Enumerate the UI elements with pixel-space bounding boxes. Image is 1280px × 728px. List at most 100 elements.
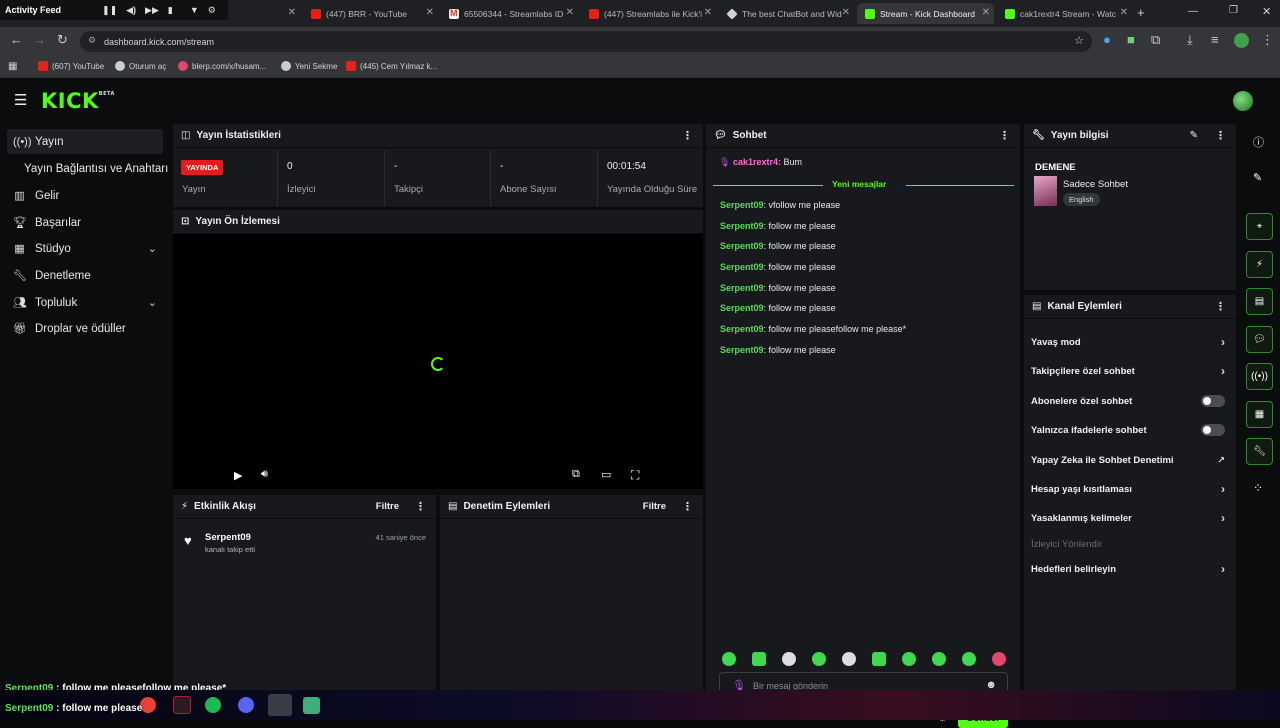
more-options-icon[interactable]: ⋮ bbox=[1215, 129, 1226, 142]
rail-button-screenshot[interactable]: ⌖ bbox=[1246, 213, 1273, 240]
skip-icon[interactable]: ▶▶ bbox=[145, 5, 159, 16]
back-icon[interactable]: ← bbox=[10, 32, 23, 47]
app-taskbar-icon[interactable] bbox=[303, 697, 320, 714]
download-icon[interactable]: ⤓ bbox=[1187, 32, 1193, 48]
chrome-taskbar-icon[interactable] bbox=[140, 697, 156, 713]
rail-button-document[interactable]: ▤ bbox=[1246, 288, 1273, 315]
chat-user[interactable]: Serpent09 bbox=[720, 345, 764, 355]
slow-mode-row[interactable]: Yavaş mod › bbox=[1031, 332, 1225, 352]
chat-user[interactable]: Serpent09 bbox=[720, 324, 764, 334]
emote-icon[interactable] bbox=[812, 652, 826, 666]
chat-user[interactable]: Serpent09 bbox=[720, 200, 764, 210]
emote-icon[interactable] bbox=[722, 652, 736, 666]
pip-icon[interactable]: ⧉ bbox=[572, 468, 580, 481]
sidebar-item-gelir[interactable]: ▥ Gelir bbox=[7, 183, 163, 208]
url-field[interactable]: ⚙ dashboard.kick.com/stream ☆ bbox=[80, 31, 1092, 52]
emote-icon[interactable] bbox=[782, 652, 796, 666]
spotify-icon[interactable] bbox=[205, 697, 221, 713]
bookmark-item[interactable]: Yeni Sekme bbox=[281, 61, 337, 71]
sidebar-item-basarilar[interactable]: 🏆︎ Başarılar bbox=[7, 210, 163, 235]
rail-button-broadcast[interactable]: ((•)) bbox=[1246, 363, 1273, 390]
more-options-icon[interactable]: ⋮ bbox=[1215, 300, 1226, 313]
close-tab-icon[interactable]: ✕ bbox=[566, 7, 574, 18]
category-name[interactable]: Sadece Sohbet bbox=[1063, 179, 1128, 190]
more-options-icon[interactable]: ⋮ bbox=[682, 129, 693, 142]
set-goals-row[interactable]: Hedefleri belirleyin › bbox=[1031, 559, 1225, 579]
sidebar-item-studyo[interactable]: ▦ Stüdyo ⌄ bbox=[7, 236, 163, 261]
apps-grid-icon[interactable]: ▦ bbox=[8, 61, 17, 72]
emote-icon[interactable] bbox=[902, 652, 916, 666]
browser-tab[interactable]: cak1rextr4 Stream - Watc ✕ bbox=[997, 3, 1132, 24]
hamburger-menu-icon[interactable]: ☰ bbox=[14, 91, 27, 109]
emote-icon[interactable] bbox=[752, 652, 766, 666]
filter-button[interactable]: Filtre bbox=[643, 501, 666, 512]
media-control-icon[interactable]: ≡ bbox=[1211, 32, 1219, 47]
fullscreen-icon[interactable]: ⛶ bbox=[631, 468, 639, 483]
app-taskbar-icon[interactable] bbox=[173, 696, 191, 714]
chrome-menu-icon[interactable]: ⋮ bbox=[1261, 32, 1274, 48]
extension-icon[interactable]: ● bbox=[1103, 32, 1111, 47]
bookmark-item[interactable]: (445) Cem Yılmaz k... bbox=[346, 61, 437, 71]
new-tab-icon[interactable]: + bbox=[1137, 5, 1145, 20]
chat-user[interactable]: Serpent09 bbox=[720, 303, 764, 313]
play-icon[interactable]: ▶ bbox=[234, 469, 242, 482]
info-icon[interactable]: ⓘ bbox=[1253, 134, 1264, 150]
emote-icon[interactable] bbox=[932, 652, 946, 666]
banned-words-row[interactable]: Yasaklanmış kelimeler › bbox=[1031, 508, 1225, 528]
user-avatar[interactable] bbox=[1233, 91, 1253, 111]
chat-user[interactable]: Serpent09 bbox=[720, 262, 764, 272]
activity-user[interactable]: Serpent09 bbox=[205, 532, 251, 543]
site-info-icon[interactable]: ⚙ bbox=[88, 35, 96, 46]
sidebar-item-droplar[interactable]: 🎁︎ Droplar ve ödüller bbox=[7, 316, 163, 341]
chat-user[interactable]: Serpent09 bbox=[720, 283, 764, 293]
browser-tab[interactable]: The best ChatBot and Wid ✕ bbox=[719, 3, 854, 24]
browser-tab[interactable]: 65506344 - Streamlabs ID✕ bbox=[441, 3, 578, 24]
edit-pencil-icon[interactable]: ✎ bbox=[1190, 130, 1198, 141]
gear-icon[interactable]: ⚙ bbox=[208, 5, 216, 16]
volume-icon[interactable]: ◀) bbox=[126, 5, 136, 16]
chat-user[interactable]: cak1rextr4 bbox=[733, 157, 778, 167]
sidebar-item-denetleme[interactable]: 🔧︎ Denetleme bbox=[7, 263, 163, 288]
trash-icon[interactable]: ▮ bbox=[168, 5, 173, 16]
more-options-icon[interactable]: ⋮ bbox=[999, 129, 1010, 142]
restore-icon[interactable]: ❐ bbox=[1229, 5, 1238, 16]
more-options-icon[interactable]: ⋮ bbox=[415, 500, 426, 513]
close-tab-icon[interactable]: ✕ bbox=[288, 7, 296, 18]
close-tab-icon[interactable]: ✕ bbox=[1120, 7, 1128, 18]
filter-button[interactable]: Filtre bbox=[376, 501, 399, 512]
rail-button-chat[interactable]: 💬︎ bbox=[1246, 326, 1273, 353]
bookmark-item[interactable]: (607) YouTube bbox=[38, 61, 104, 71]
forward-icon[interactable]: → bbox=[33, 32, 46, 47]
bookmark-item[interactable]: blerp.com/x/husam... bbox=[178, 61, 266, 71]
chat-user[interactable]: Serpent09 bbox=[720, 221, 764, 231]
emotes-only-toggle[interactable] bbox=[1201, 424, 1225, 436]
more-widgets-icon[interactable]: ⁘ bbox=[1253, 481, 1263, 495]
pause-icon[interactable]: ❚❚ bbox=[102, 5, 117, 16]
sidebar-item-topluluk[interactable]: 👥︎ Topluluk ⌄ bbox=[7, 290, 163, 315]
theater-mode-icon[interactable]: ▭ bbox=[601, 468, 611, 481]
rail-button-layout[interactable]: ▦ bbox=[1246, 401, 1273, 428]
extensions-puzzle-icon[interactable]: ⧉ bbox=[1151, 32, 1160, 48]
bookmark-item[interactable]: Oturum aç bbox=[115, 61, 166, 71]
reload-icon[interactable]: ↻ bbox=[57, 32, 68, 48]
bookmark-star-icon[interactable]: ☆ bbox=[1074, 34, 1084, 47]
edit-pencil-icon[interactable]: ✎ bbox=[1253, 171, 1262, 184]
close-tab-icon[interactable]: ✕ bbox=[842, 7, 850, 18]
extension-icon[interactable]: ■ bbox=[1127, 32, 1135, 47]
emote-icon[interactable] bbox=[872, 652, 886, 666]
chrome-active-taskbar-icon[interactable] bbox=[268, 694, 292, 716]
kick-logo[interactable]: KICKBETA bbox=[41, 89, 115, 113]
discord-icon[interactable] bbox=[238, 697, 254, 713]
minimize-icon[interactable]: — bbox=[1188, 6, 1198, 17]
rail-button-wrench[interactable]: 🔧︎ bbox=[1246, 438, 1273, 465]
emote-icon[interactable] bbox=[842, 652, 856, 666]
filter-icon[interactable]: ▼ bbox=[190, 5, 199, 16]
followers-only-row[interactable]: Takipçilere özel sohbet › bbox=[1031, 361, 1225, 381]
rail-button-lightning[interactable]: ⚡︎ bbox=[1246, 251, 1273, 278]
ai-moderation-row[interactable]: Yapay Zeka ile Sohbet Denetimi ↗ bbox=[1031, 450, 1225, 470]
profile-avatar[interactable] bbox=[1234, 33, 1249, 48]
sidebar-item-yayin[interactable]: ((•)) Yayın bbox=[7, 129, 163, 154]
close-tab-icon[interactable]: ✕ bbox=[704, 7, 712, 18]
close-tab-icon[interactable]: ✕ bbox=[982, 7, 990, 18]
close-window-icon[interactable]: ✕ bbox=[1262, 5, 1271, 18]
